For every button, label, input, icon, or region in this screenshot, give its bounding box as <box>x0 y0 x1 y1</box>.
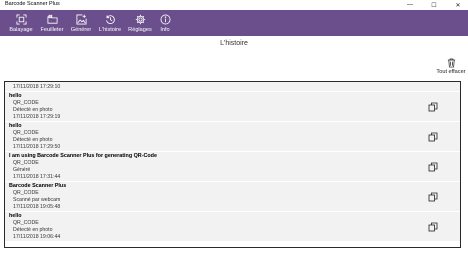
copy-icon[interactable] <box>428 102 438 112</box>
item-type: QR_CODE <box>13 100 39 106</box>
item-source: Scanné par webcam <box>13 197 61 203</box>
toolbar-balayage-button[interactable]: Balayage <box>7 10 35 36</box>
item-source: Détecté en photo <box>13 137 53 143</box>
toolbar-generer-button[interactable]: Générer <box>69 10 93 36</box>
history-item[interactable]: I am using Barcode Scanner Plus for gene… <box>5 152 460 182</box>
toolbar-item-label: Générer <box>70 27 92 33</box>
item-timestamp: 17/11/2018 17:29:19 <box>13 114 61 120</box>
info-icon <box>160 14 170 25</box>
item-type: QR_CODE <box>13 220 39 226</box>
item-timestamp: 17/11/2018 19:05:48 <box>13 204 61 210</box>
item-timestamp: 17/11/2018 17:29:10 <box>13 84 61 90</box>
toolbar-item-label: Balayage <box>9 27 33 33</box>
item-content: I am using Barcode Scanner Plus for gene… <box>9 153 157 159</box>
item-timestamp: 17/11/2018 17:29:50 <box>13 144 61 150</box>
toolbar-feuilleter-button[interactable]: Feuilleter <box>37 10 67 36</box>
toolbar-item-label: L'histoire <box>98 27 122 33</box>
page-title: L'histoire <box>220 40 248 47</box>
item-timestamp: 17/11/2018 17:31:44 <box>13 174 61 180</box>
history-list[interactable]: 17/11/2018 17:29:10 hello QR_CODE Détect… <box>4 81 461 248</box>
history-item[interactable]: hello QR_CODE Détecté en photo 17/11/201… <box>5 212 460 242</box>
scan-icon <box>16 14 26 25</box>
window-title: Barcode Scanner Plus <box>5 1 60 7</box>
item-content: hello <box>9 213 22 219</box>
item-content: hello <box>9 93 22 99</box>
clear-all-label: Tout effacer <box>436 69 466 75</box>
toolbar-info-button[interactable]: Info <box>156 10 174 36</box>
item-source: Généré <box>13 167 31 173</box>
toolbar-item-label: Réglages <box>128 27 152 33</box>
item-source: Détecté en photo <box>13 227 53 233</box>
item-type: QR_CODE <box>13 160 39 166</box>
history-item[interactable]: hello QR_CODE Détecté en photo 17/11/201… <box>5 92 460 122</box>
history-item[interactable]: hello QR_CODE Détecté en photo 17/11/201… <box>5 122 460 152</box>
toolbar-reglages-button[interactable]: Réglages <box>127 10 153 36</box>
folder-icon <box>47 14 57 24</box>
close-button[interactable]: ✕ <box>447 0 468 10</box>
item-type: QR_CODE <box>13 190 39 196</box>
item-content: hello <box>9 123 22 129</box>
item-content: Barcode Scanner Plus <box>9 183 67 189</box>
toolbar: Balayage Feuilleter Générer L'histoire R… <box>0 10 468 36</box>
history-item[interactable]: 17/11/2018 17:29:10 <box>5 82 460 92</box>
clear-all-button[interactable]: Tout effacer <box>436 58 466 75</box>
toolbar-item-label: Info <box>160 27 170 33</box>
toolbar-histoire-button[interactable]: L'histoire <box>96 10 124 36</box>
title-bar: Barcode Scanner Plus — ☐ ✕ <box>0 0 468 10</box>
copy-icon[interactable] <box>428 192 438 202</box>
gear-icon <box>135 14 145 25</box>
copy-icon[interactable] <box>428 162 438 172</box>
history-item[interactable]: Barcode Scanner Plus QR_CODE Scanné par … <box>5 182 460 212</box>
add-image-icon <box>76 14 86 25</box>
copy-icon[interactable] <box>428 222 438 232</box>
minimize-button[interactable]: — <box>399 0 421 10</box>
history-icon <box>105 15 115 24</box>
toolbar-item-label: Feuilleter <box>40 27 64 33</box>
item-source: Détecté en photo <box>13 107 53 113</box>
copy-icon[interactable] <box>428 132 438 142</box>
item-type: QR_CODE <box>13 130 39 136</box>
trash-icon <box>447 58 455 68</box>
item-timestamp: 17/11/2018 19:06:44 <box>13 234 61 240</box>
maximize-button[interactable]: ☐ <box>423 0 445 10</box>
